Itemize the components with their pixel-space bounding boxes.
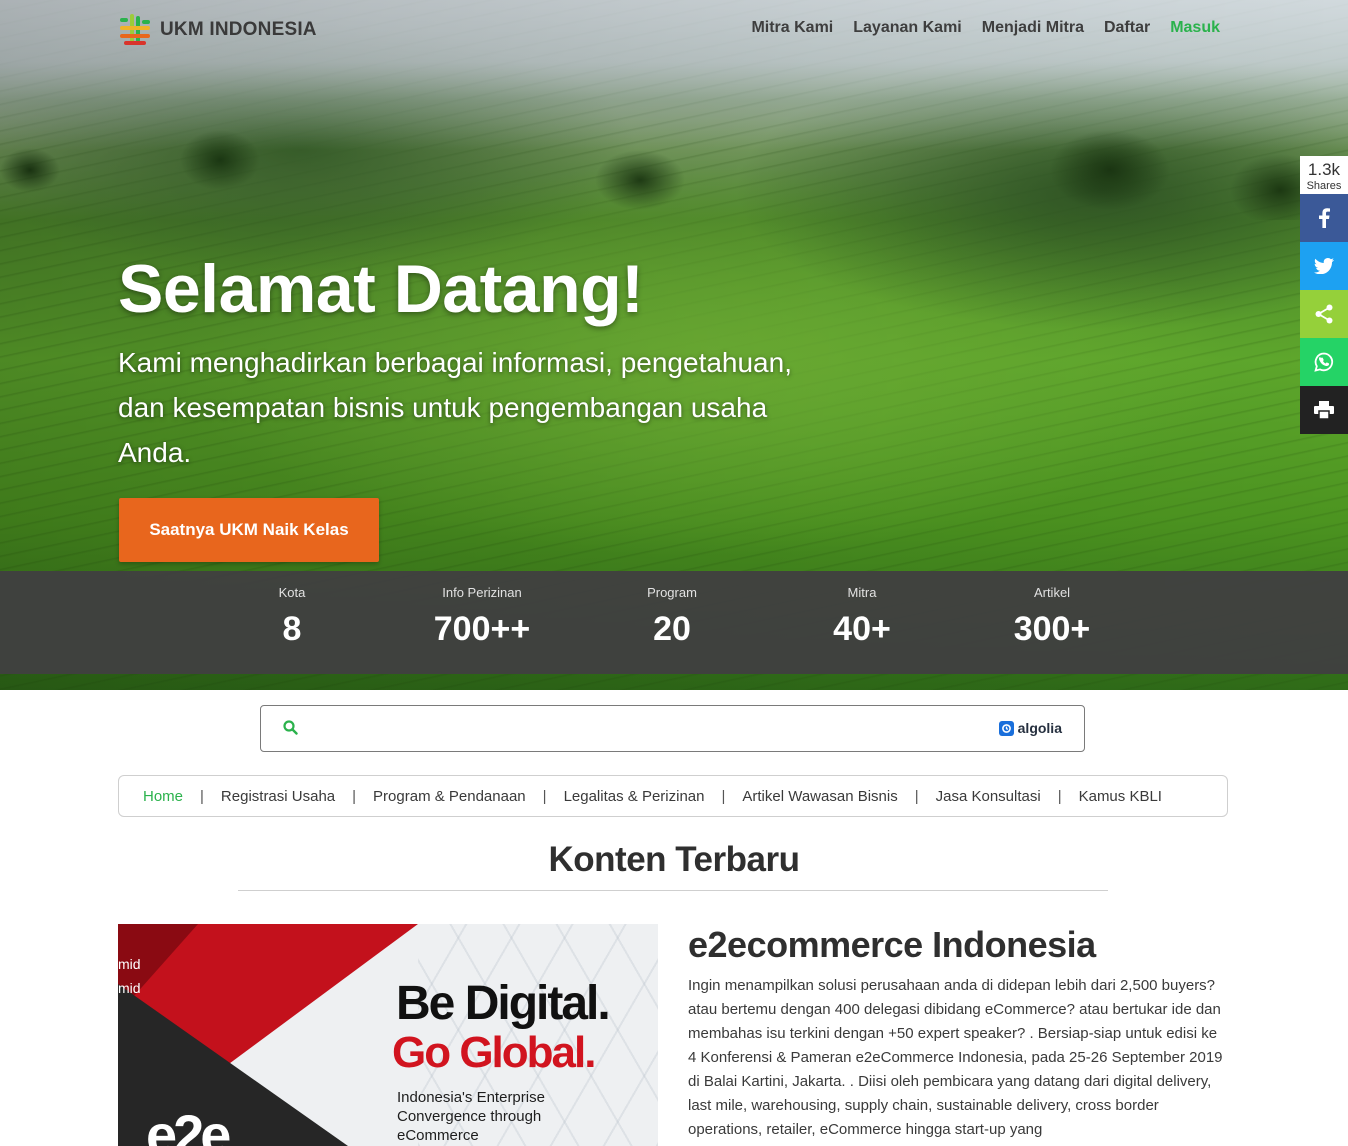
generic-share-button[interactable] (1300, 290, 1348, 338)
search-input[interactable] (311, 714, 991, 744)
search-box: algolia (260, 705, 1085, 752)
print-button[interactable] (1300, 386, 1348, 434)
main-nav: Mitra Kami Layanan Kami Menjadi Mitra Da… (751, 19, 1220, 37)
stat-mitra: Mitra 40+ (767, 571, 957, 649)
image-headline-be-digital: Be Digital. (396, 977, 611, 1030)
search-icon (283, 720, 298, 735)
share-count: 1.3k (1307, 160, 1341, 179)
subnav-kamus-kbli[interactable]: Kamus KBLI (1079, 788, 1162, 805)
stat-value: 40+ (833, 610, 891, 648)
category-nav: Home | Registrasi Usaha | Program & Pend… (118, 775, 1228, 817)
separator: | (1057, 787, 1062, 805)
subnav-legalitas-perizinan[interactable]: Legalitas & Perizinan (564, 788, 705, 805)
social-share-bar: 1.3k Shares (1300, 156, 1348, 434)
nav-daftar[interactable]: Daftar (1104, 19, 1150, 37)
section-divider (238, 890, 1108, 891)
separator: | (721, 787, 726, 805)
algolia-icon (998, 720, 1014, 736)
print-icon (1314, 401, 1334, 419)
whatsapp-share-button[interactable] (1300, 338, 1348, 386)
subnav-jasa-konsultasi[interactable]: Jasa Konsultasi (936, 788, 1041, 805)
stat-kota: Kota 8 (197, 571, 387, 649)
subnav-home[interactable]: Home (143, 788, 183, 805)
stat-label: Artikel (1033, 585, 1071, 600)
e2e-logo-text: e2e (146, 1103, 231, 1146)
hero-subtitle: Kami menghadirkan berbagai informasi, pe… (118, 347, 792, 468)
stat-label: Info Perizinan (442, 585, 522, 600)
nav-layanan-kami[interactable]: Layanan Kami (853, 19, 961, 37)
separator: | (914, 787, 919, 805)
image-text-mid: mid (118, 980, 141, 996)
stat-label: Kota (278, 585, 306, 600)
stat-artikel: Artikel 300+ (957, 571, 1147, 649)
hero-cta-button[interactable]: Saatnya UKM Naik Kelas (119, 498, 379, 562)
article-excerpt: Ingin menampilkan solusi perusahaan anda… (688, 977, 1223, 1138)
hero-title: Selamat Datang! (118, 251, 644, 327)
facebook-icon (1319, 208, 1330, 228)
nav-mitra-kami[interactable]: Mitra Kami (751, 19, 833, 37)
nav-masuk[interactable]: Masuk (1170, 19, 1220, 37)
top-navbar: UKM INDONESIA Mitra Kami Layanan Kami Me… (0, 0, 1348, 62)
stat-value: 300+ (1013, 610, 1091, 648)
brand-name: UKM INDONESIA (160, 19, 317, 40)
brand-link[interactable]: UKM INDONESIA (118, 14, 317, 46)
share-counter: 1.3k Shares (1300, 156, 1348, 194)
image-tagline: Indonesia's Enterprise Convergence throu… (397, 1089, 545, 1144)
stat-value: 20 (653, 610, 691, 648)
ukm-logo-icon (118, 14, 152, 46)
article-title[interactable]: e2ecommerce Indonesia (688, 924, 1096, 966)
separator: | (200, 787, 204, 805)
separator: | (352, 787, 357, 805)
stat-value: 8 (282, 610, 302, 648)
image-headline-go-global: Go Global. (392, 1028, 596, 1077)
subnav-program-pendanaan[interactable]: Program & Pendanaan (373, 788, 526, 805)
twitter-icon (1314, 258, 1334, 274)
share-count-label: Shares (1306, 180, 1342, 192)
image-text-mid: mid (118, 956, 141, 972)
stat-label: Program (647, 585, 697, 600)
stat-value: 700++ (433, 610, 531, 648)
article-image[interactable]: mid mid e2e Be Digital. Go Global. Indon… (118, 924, 658, 1146)
hero-banner: Selamat Datang! Kami menghadirkan berbag… (0, 0, 1348, 690)
nav-menjadi-mitra[interactable]: Menjadi Mitra (982, 19, 1084, 37)
stats-bar: Kota 8 Info Perizinan 700++ Program 20 M… (0, 571, 1348, 674)
whatsapp-icon (1314, 352, 1334, 372)
algolia-badge[interactable]: algolia (998, 720, 1062, 736)
separator: | (542, 787, 547, 805)
twitter-share-button[interactable] (1300, 242, 1348, 290)
stat-label: Mitra (847, 585, 877, 600)
stat-program: Program 20 (577, 571, 767, 649)
facebook-share-button[interactable] (1300, 194, 1348, 242)
section-title: Konten Terbaru (548, 840, 800, 879)
share-icon (1315, 304, 1333, 324)
stat-info-perizinan: Info Perizinan 700++ (387, 571, 577, 649)
subnav-registrasi-usaha[interactable]: Registrasi Usaha (221, 788, 335, 805)
algolia-label: algolia (1017, 720, 1062, 736)
subnav-artikel-wawasan-bisnis[interactable]: Artikel Wawasan Bisnis (742, 788, 897, 805)
